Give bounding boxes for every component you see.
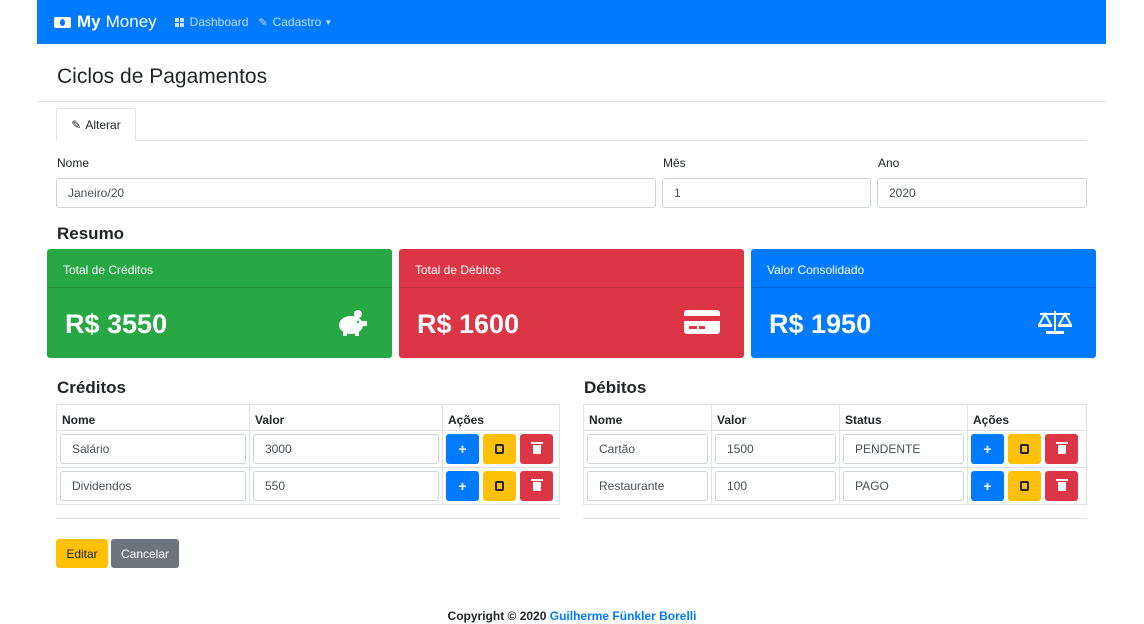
ano-field[interactable]: 2020 bbox=[877, 178, 1087, 208]
clone-button[interactable] bbox=[483, 471, 516, 501]
credit-card-icon bbox=[684, 309, 720, 342]
mes-label: Mês bbox=[663, 156, 686, 170]
nome-field[interactable]: Janeiro/20 bbox=[56, 178, 656, 208]
debitos-divider bbox=[583, 518, 1087, 519]
credito-valor-input[interactable]: 3000 bbox=[253, 434, 439, 464]
brand-link[interactable]: My Money bbox=[54, 12, 157, 32]
author-link[interactable]: Guilherme Fünkler Borelli bbox=[550, 609, 697, 623]
brand-name: Money bbox=[105, 12, 157, 31]
credito-nome-input[interactable]: Dividendos bbox=[60, 471, 246, 501]
nav-dashboard[interactable]: Dashboard bbox=[174, 15, 249, 29]
edit-button[interactable]: Editar bbox=[56, 539, 108, 568]
card-total-creditos: Total de Créditos R$ 3550 bbox=[47, 249, 392, 358]
plus-icon: + bbox=[458, 441, 467, 457]
nome-label: Nome bbox=[57, 156, 90, 170]
col-valor: Valor bbox=[249, 404, 443, 431]
piggy-bank-icon bbox=[334, 309, 368, 344]
debitos-header-row: Nome Valor Status Ações bbox=[583, 404, 1087, 431]
card-creditos-label: Total de Créditos bbox=[47, 249, 392, 288]
clone-icon bbox=[1020, 444, 1029, 454]
trash-icon bbox=[530, 478, 543, 491]
clone-button[interactable] bbox=[483, 434, 516, 464]
col-acoes: Ações bbox=[442, 404, 560, 431]
pencil-icon: ✎ bbox=[71, 117, 82, 132]
trash-icon bbox=[1055, 441, 1068, 454]
table-row: Dividendos 550 + bbox=[56, 467, 560, 505]
plus-icon: + bbox=[458, 478, 467, 494]
cancel-button[interactable]: Cancelar bbox=[111, 539, 179, 568]
clone-icon bbox=[1020, 481, 1029, 491]
credito-valor-input[interactable]: 550 bbox=[253, 471, 439, 501]
debito-nome-input[interactable]: Cartão bbox=[587, 434, 708, 464]
clone-icon bbox=[495, 444, 504, 454]
delete-button[interactable] bbox=[520, 434, 553, 464]
debitos-title: Débitos bbox=[584, 378, 647, 397]
col-valor: Valor bbox=[711, 404, 840, 431]
table-row: Cartão 1500 PENDENTE + bbox=[583, 430, 1087, 468]
edit-icon: ✎ bbox=[258, 16, 268, 29]
card-debitos-label: Total de Débitos bbox=[399, 249, 744, 288]
brand-name-bold: My bbox=[77, 12, 101, 31]
tab-alterar-label: Alterar bbox=[85, 117, 121, 132]
mes-field[interactable]: 1 bbox=[662, 178, 871, 208]
table-row: Salário 3000 + bbox=[56, 430, 560, 468]
debito-valor-input[interactable]: 100 bbox=[715, 471, 836, 501]
delete-button[interactable] bbox=[1045, 471, 1078, 501]
add-button[interactable]: + bbox=[446, 471, 479, 501]
plus-icon: + bbox=[983, 441, 992, 457]
debito-nome-input[interactable]: Restaurante bbox=[587, 471, 708, 501]
nav-dashboard-label: Dashboard bbox=[189, 15, 249, 29]
card-total-debitos: Total de Débitos R$ 1600 bbox=[399, 249, 744, 358]
header-divider bbox=[37, 101, 1106, 102]
page-title: Ciclos de Pagamentos bbox=[57, 65, 268, 88]
plus-icon: + bbox=[983, 478, 992, 494]
top-navbar: My Money Dashboard ✎ Cadastro ▼ bbox=[37, 0, 1106, 44]
clone-button[interactable] bbox=[1008, 434, 1041, 464]
delete-button[interactable] bbox=[1045, 434, 1078, 464]
debitos-table: Nome Valor Status Ações Cartão 1500 PEND… bbox=[583, 404, 1087, 505]
money-icon bbox=[54, 16, 71, 28]
add-button[interactable]: + bbox=[446, 434, 479, 464]
card-creditos-value: R$ 3550 bbox=[65, 309, 168, 339]
debito-status-input[interactable]: PAGO bbox=[843, 471, 964, 501]
card-valor-consolidado: Valor Consolidado R$ 1950 bbox=[751, 249, 1096, 358]
col-nome: Nome bbox=[56, 404, 250, 431]
nav-cadastro-label: Cadastro bbox=[272, 15, 322, 29]
trash-icon bbox=[530, 441, 543, 454]
dashboard-icon bbox=[174, 17, 185, 27]
creditos-divider bbox=[56, 518, 560, 519]
creditos-header-row: Nome Valor Ações bbox=[56, 404, 560, 431]
add-button[interactable]: + bbox=[971, 471, 1004, 501]
add-button[interactable]: + bbox=[971, 434, 1004, 464]
col-acoes: Ações bbox=[967, 404, 1087, 431]
creditos-title: Créditos bbox=[57, 378, 126, 397]
card-debitos-value: R$ 1600 bbox=[417, 309, 520, 339]
table-row: Restaurante 100 PAGO + bbox=[583, 467, 1087, 505]
trash-icon bbox=[1055, 478, 1068, 491]
ano-label: Ano bbox=[878, 156, 900, 170]
col-nome: Nome bbox=[583, 404, 712, 431]
tab-alterar[interactable]: ✎ Alterar bbox=[56, 108, 136, 141]
clone-button[interactable] bbox=[1008, 471, 1041, 501]
debito-valor-input[interactable]: 1500 bbox=[715, 434, 836, 464]
debito-status-input[interactable]: PENDENTE bbox=[843, 434, 964, 464]
balance-scale-icon bbox=[1037, 309, 1073, 342]
col-status: Status bbox=[839, 404, 968, 431]
tab-bar-line bbox=[57, 140, 1087, 141]
copyright-text: Copyright © 2020 bbox=[447, 609, 547, 623]
caret-down-icon: ▼ bbox=[324, 17, 333, 27]
nav-cadastro-dropdown[interactable]: ✎ Cadastro ▼ bbox=[258, 15, 332, 29]
resumo-title: Resumo bbox=[57, 224, 125, 243]
footer-copyright: Copyright © 2020 Guilherme Fünkler Borel… bbox=[0, 609, 1144, 623]
card-consolidado-label: Valor Consolidado bbox=[751, 249, 1096, 288]
credito-nome-input[interactable]: Salário bbox=[60, 434, 246, 464]
card-consolidado-value: R$ 1950 bbox=[769, 309, 872, 339]
creditos-table: Nome Valor Ações Salário 3000 + Dividend… bbox=[56, 404, 560, 505]
clone-icon bbox=[495, 481, 504, 491]
delete-button[interactable] bbox=[520, 471, 553, 501]
